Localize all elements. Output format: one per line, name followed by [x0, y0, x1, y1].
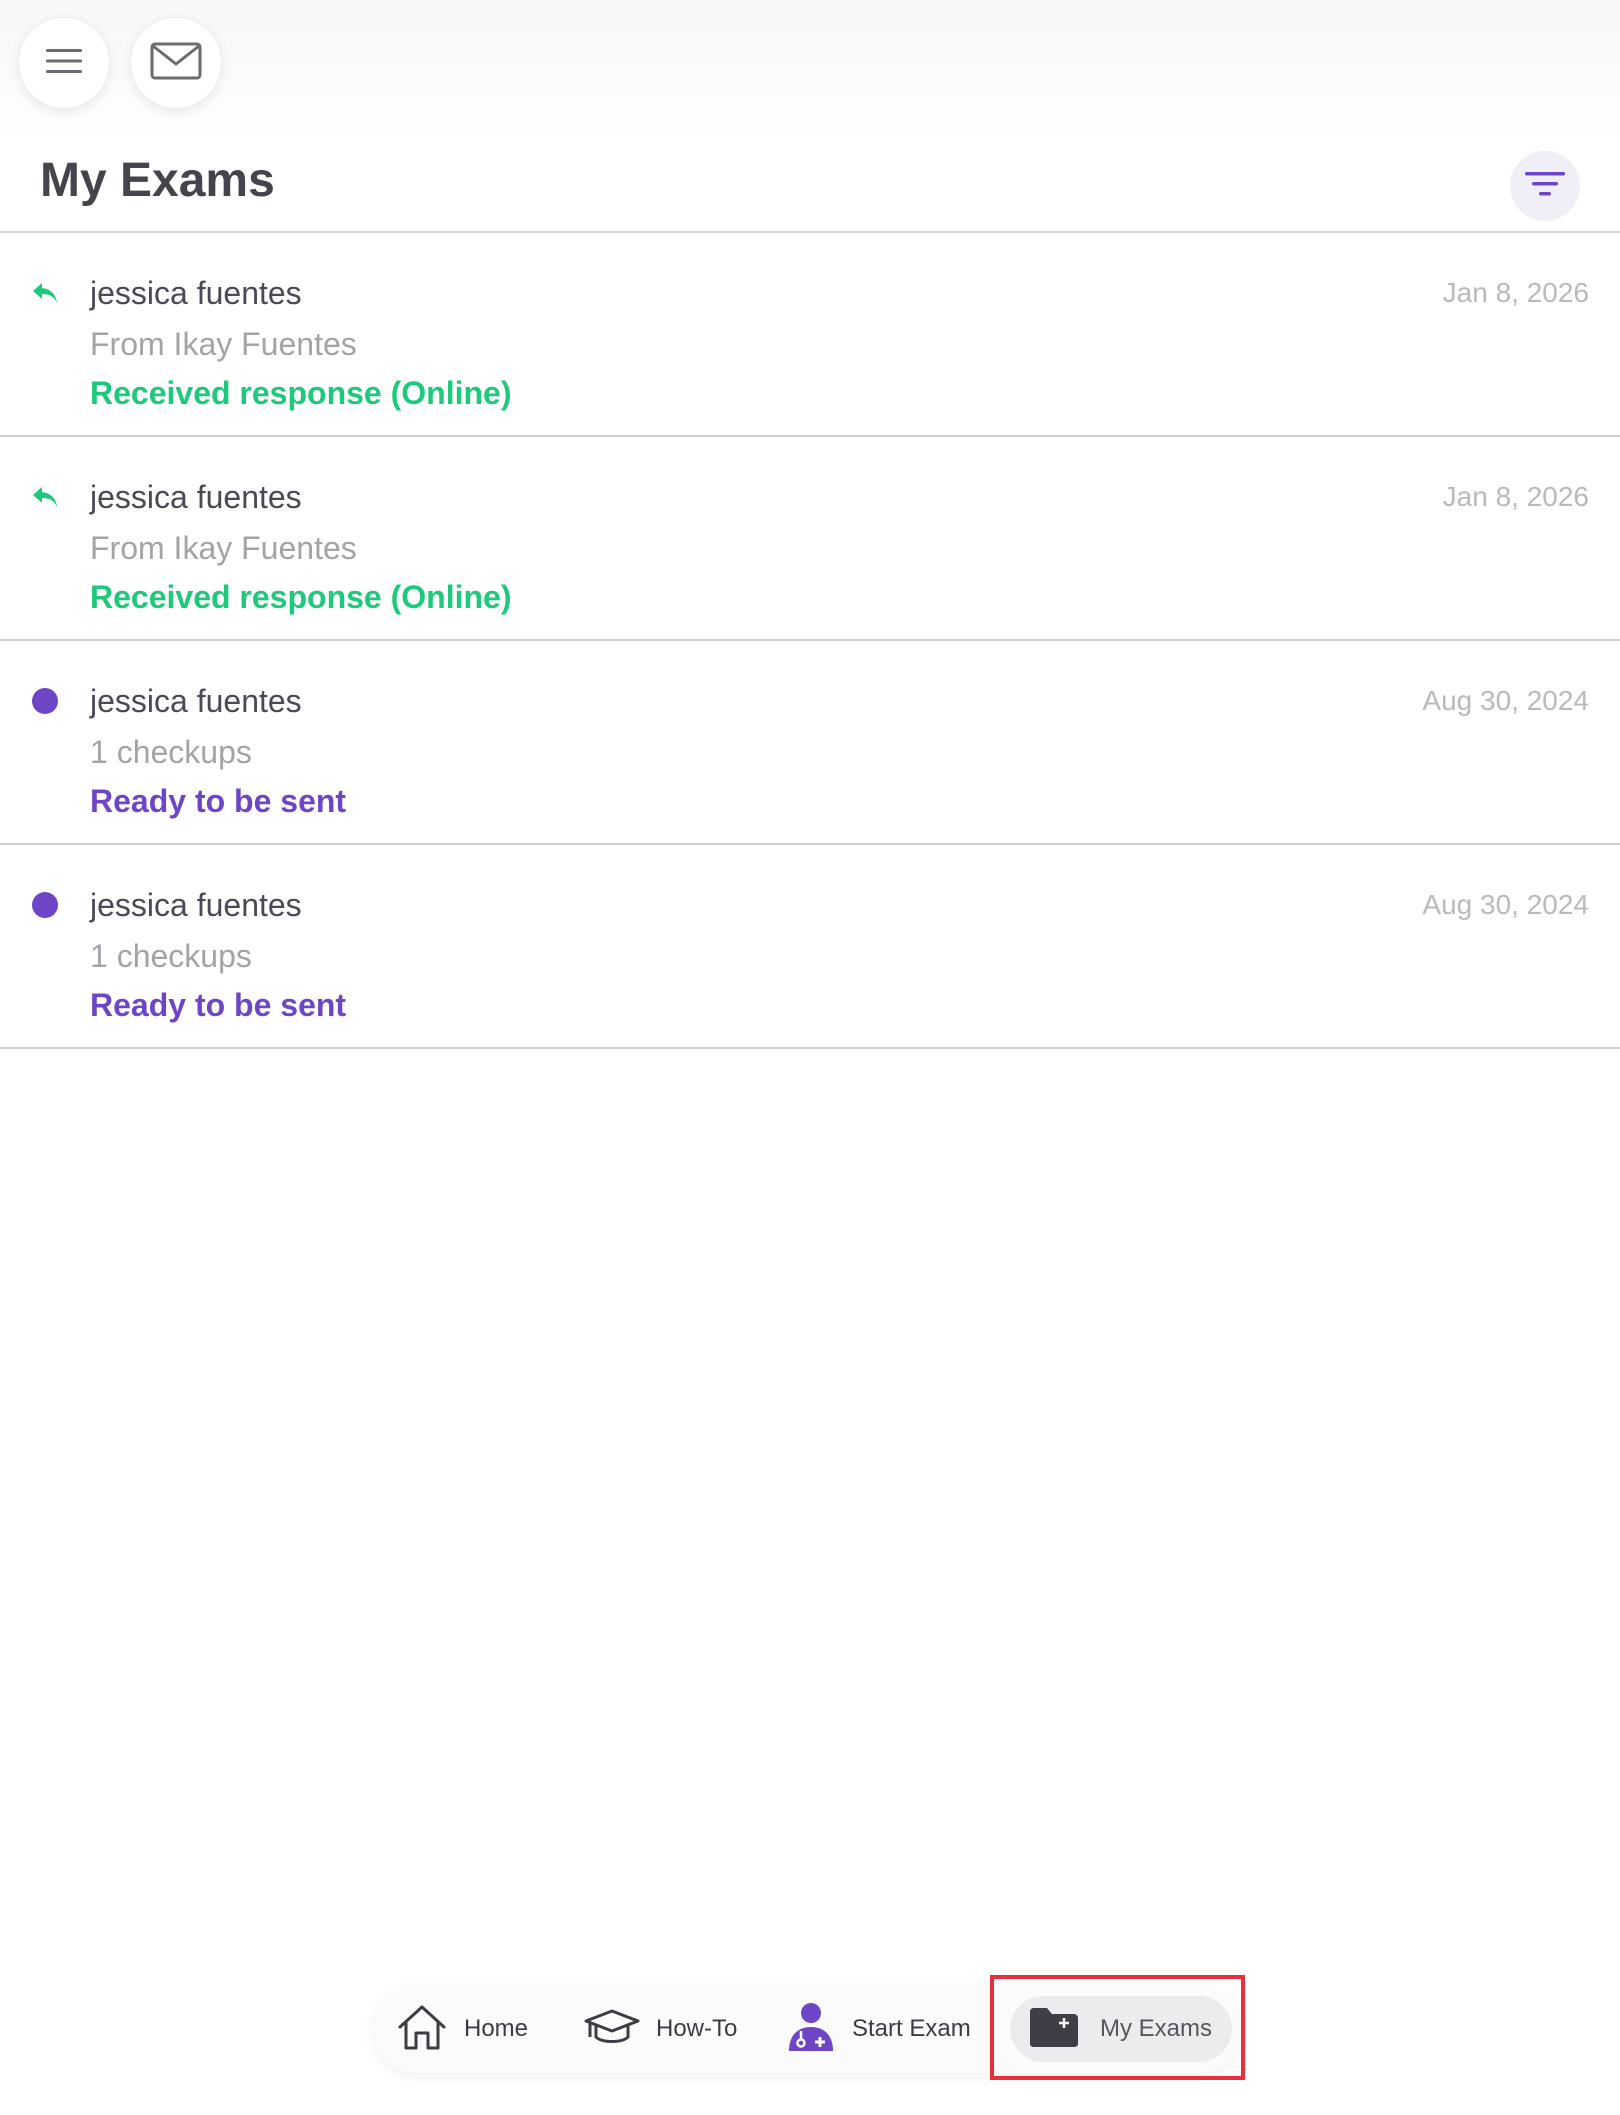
- page-title: My Exams: [40, 154, 275, 207]
- exam-subtitle: From Ikay Fuentes: [90, 326, 357, 362]
- nav-start-exam[interactable]: Start Exam: [786, 1985, 971, 2073]
- exam-status: Ready to be sent: [90, 783, 347, 819]
- nav-start-exam-label: Start Exam: [852, 2015, 971, 2042]
- exam-subtitle: From Ikay Fuentes: [90, 530, 357, 566]
- envelope-icon: [150, 42, 202, 85]
- exam-row[interactable]: jessica fuentes 1 checkups Ready to be s…: [0, 845, 1620, 1049]
- reply-arrow-icon: [30, 278, 60, 308]
- doctor-icon: [786, 2001, 836, 2058]
- purple-dot-icon: [30, 890, 60, 920]
- filter-icon: [1524, 171, 1566, 202]
- exam-status: Ready to be sent: [90, 987, 347, 1023]
- folder-plus-icon: [1028, 2006, 1080, 2053]
- nav-how-to-label: How-To: [656, 2015, 738, 2042]
- exam-list: jessica fuentes From Ikay Fuentes Receiv…: [0, 233, 1620, 1049]
- bottom-navigation: Home How-To Start Exam My Exams: [373, 1985, 1243, 2073]
- menu-button[interactable]: [19, 18, 109, 108]
- mail-button[interactable]: [131, 18, 221, 108]
- exam-row[interactable]: jessica fuentes 1 checkups Ready to be s…: [0, 641, 1620, 845]
- patient-name: jessica fuentes: [90, 275, 302, 311]
- exam-row[interactable]: jessica fuentes From Ikay Fuentes Receiv…: [0, 233, 1620, 437]
- nav-how-to[interactable]: How-To: [584, 1985, 737, 2073]
- exam-date: Jan 8, 2026: [1442, 481, 1589, 512]
- patient-name: jessica fuentes: [90, 683, 302, 719]
- exam-subtitle: 1 checkups: [90, 938, 252, 974]
- patient-name: jessica fuentes: [90, 887, 302, 923]
- nav-my-exams-label: My Exams: [1100, 2015, 1213, 2042]
- home-icon: [396, 2003, 448, 2056]
- exam-subtitle: 1 checkups: [90, 734, 252, 770]
- exam-status: Received response (Online): [90, 579, 512, 615]
- nav-my-exams[interactable]: My Exams: [1010, 1996, 1232, 2062]
- purple-dot-icon: [30, 686, 60, 716]
- exam-row[interactable]: jessica fuentes From Ikay Fuentes Receiv…: [0, 437, 1620, 641]
- exam-status: Received response (Online): [90, 375, 512, 411]
- nav-home[interactable]: Home: [396, 1985, 528, 2073]
- exam-date: Aug 30, 2024: [1422, 889, 1589, 920]
- hamburger-menu-icon: [44, 47, 84, 80]
- reply-arrow-icon: [30, 482, 60, 512]
- top-bar: [0, 0, 1620, 140]
- exam-date: Jan 8, 2026: [1442, 277, 1589, 308]
- graduation-cap-icon: [584, 2007, 640, 2052]
- nav-home-label: Home: [464, 2015, 529, 2042]
- patient-name: jessica fuentes: [90, 479, 302, 515]
- filter-button[interactable]: [1510, 151, 1580, 221]
- exam-date: Aug 30, 2024: [1422, 685, 1589, 716]
